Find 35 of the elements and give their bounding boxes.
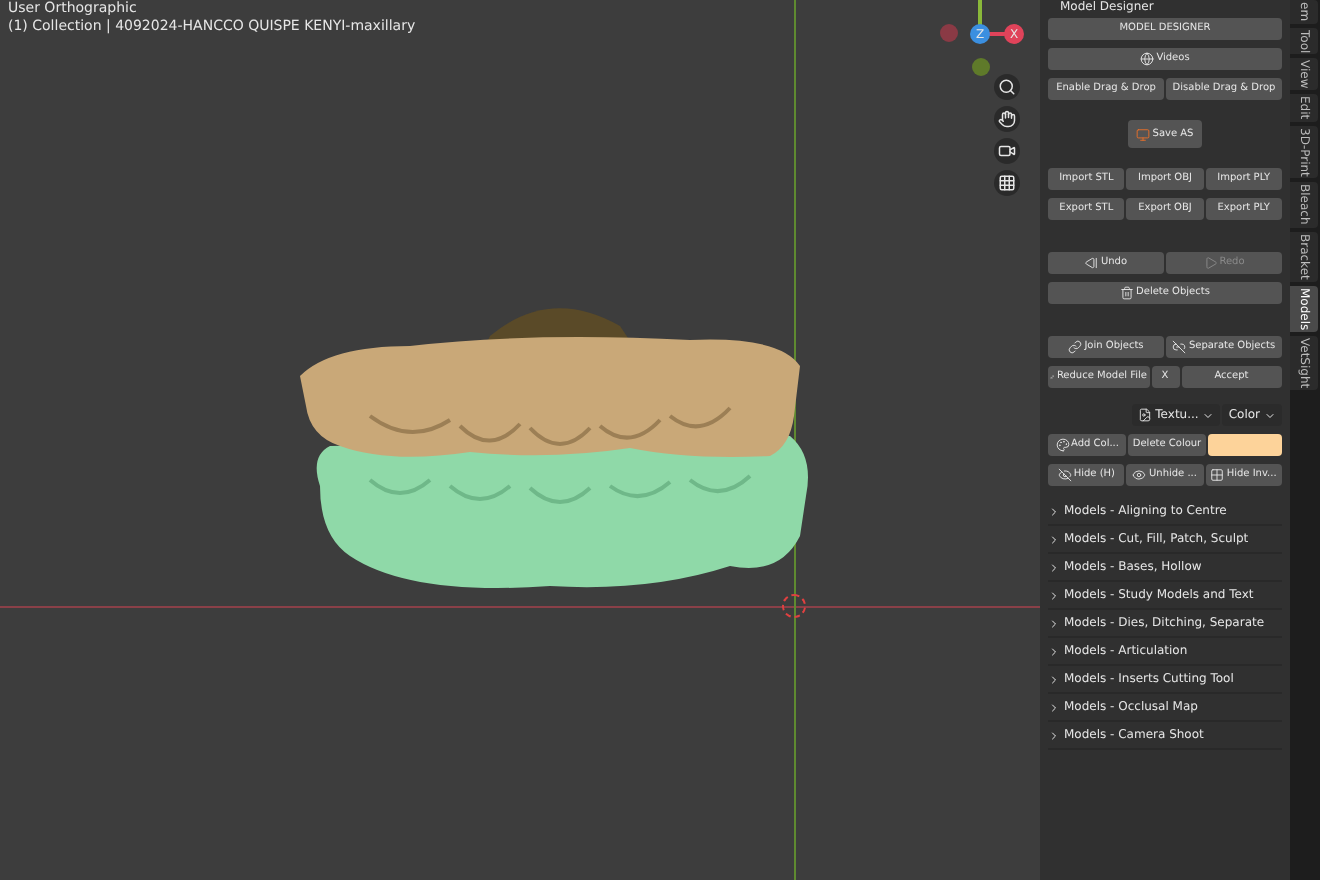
chevron-icon bbox=[1048, 617, 1060, 629]
chevron-icon bbox=[1048, 645, 1060, 657]
palette-icon bbox=[1055, 438, 1069, 452]
globe-icon bbox=[1140, 52, 1155, 66]
camera-button[interactable] bbox=[994, 138, 1020, 164]
checker-icon bbox=[1210, 468, 1225, 482]
caret-icon bbox=[1202, 409, 1215, 421]
chevron-icon bbox=[1048, 561, 1060, 573]
chevron-icon bbox=[1048, 589, 1060, 601]
step-back-icon bbox=[1084, 256, 1099, 270]
caret-icon bbox=[1264, 409, 1276, 421]
zoom-button[interactable] bbox=[994, 74, 1020, 100]
chevron-icon bbox=[1048, 533, 1060, 545]
eye-off-icon bbox=[1057, 468, 1072, 482]
colour-swatch[interactable] bbox=[1208, 434, 1282, 456]
chevron-icon bbox=[1048, 729, 1060, 741]
gizmo-neg-x-icon bbox=[940, 24, 958, 42]
gizmo-neg-y-icon bbox=[972, 58, 990, 76]
zoom-icon bbox=[998, 78, 1016, 96]
chevron-icon bbox=[1048, 673, 1060, 685]
monitor-icon bbox=[1136, 127, 1151, 141]
3d-cursor-icon bbox=[782, 594, 806, 618]
hand-icon bbox=[998, 110, 1016, 128]
grid-button[interactable] bbox=[994, 170, 1020, 196]
image-file-icon bbox=[1137, 408, 1152, 422]
camera-icon bbox=[998, 142, 1016, 160]
eye-icon bbox=[1132, 468, 1147, 482]
hand-button[interactable] bbox=[994, 106, 1020, 132]
chevron-icon bbox=[1048, 505, 1060, 517]
chevron-icon bbox=[1048, 701, 1060, 713]
link-icon bbox=[1068, 340, 1083, 354]
play-icon bbox=[1203, 256, 1218, 270]
trash-icon bbox=[1120, 286, 1135, 300]
broken-link-icon bbox=[1172, 340, 1187, 354]
grid-icon bbox=[998, 174, 1016, 192]
